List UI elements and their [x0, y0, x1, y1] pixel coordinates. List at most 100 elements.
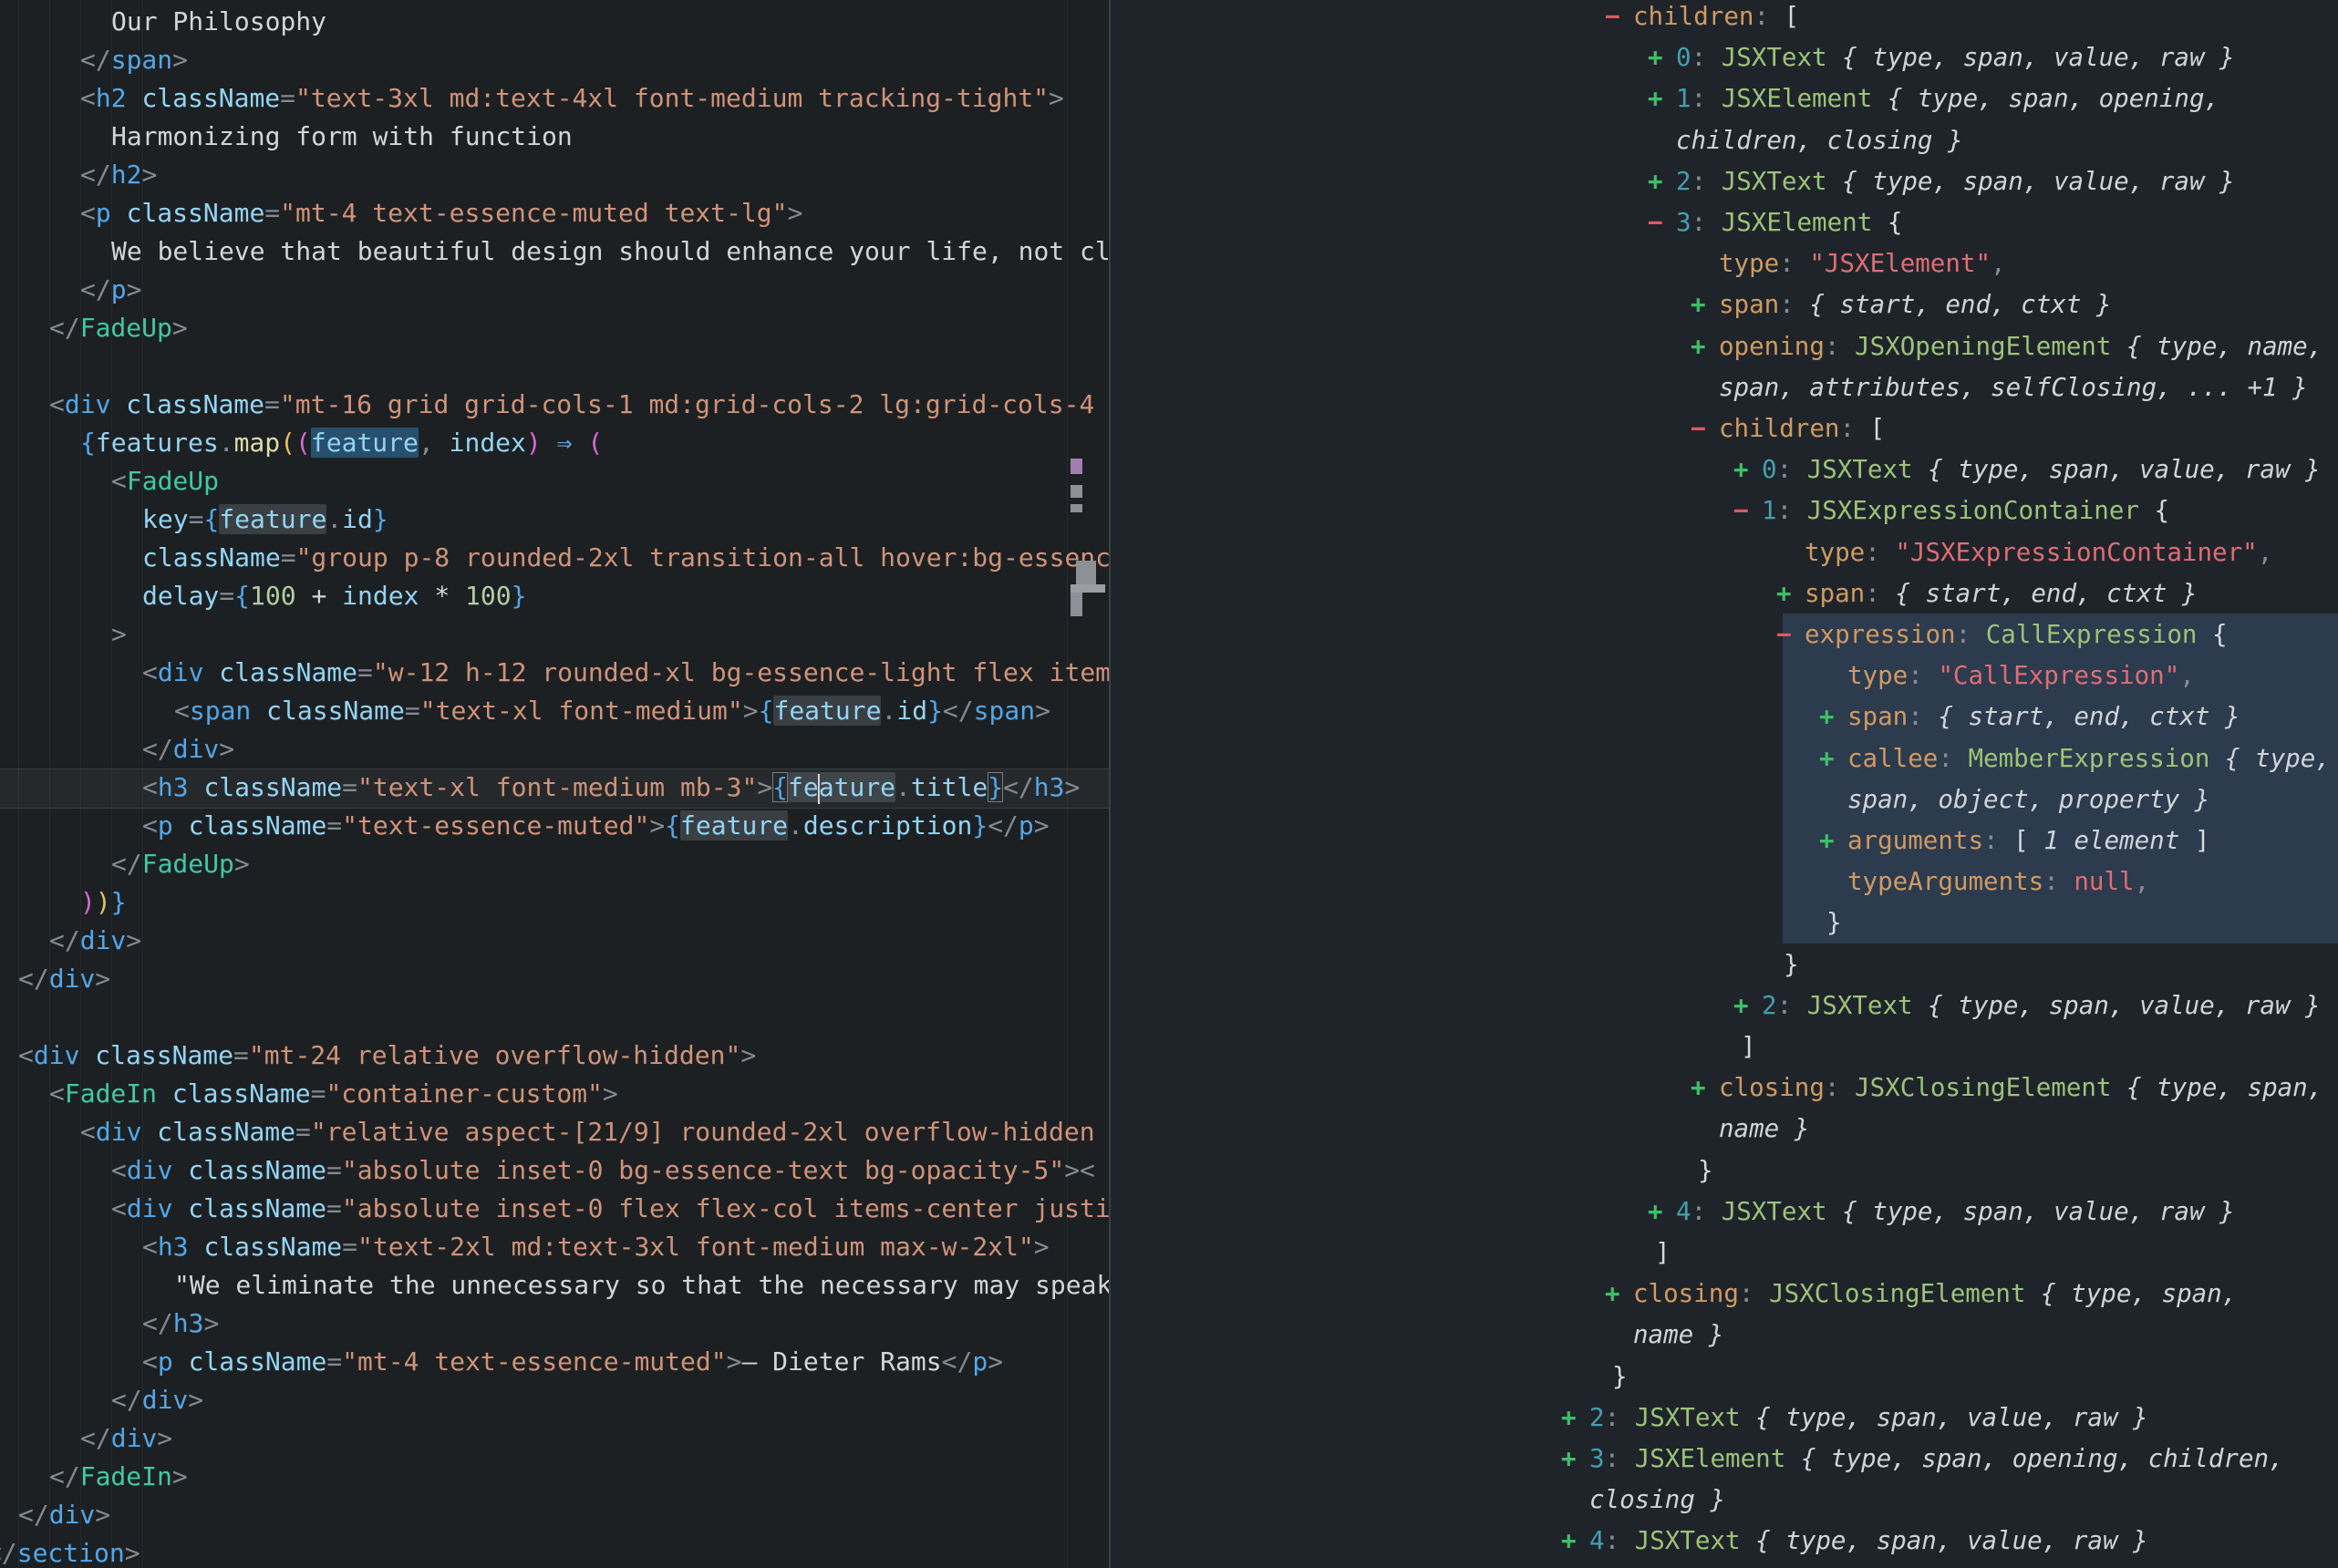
expand-node-icon[interactable]: + [1819, 696, 1835, 738]
ast-line[interactable]: +closing: JSXClosingElement { type, span… [0, 1273, 2338, 1315]
ast-node-text: ] [1655, 1232, 1671, 1274]
ast-token: 2 [1762, 991, 1777, 1020]
ast-node-text: span: { start, end, ctxt } [1847, 696, 2240, 738]
ast-line[interactable]: + closing: JSXClosingElement { type, span… [0, 1067, 2338, 1109]
ast-line[interactable]: +2: JSXText { type, span, value, raw } [0, 160, 2338, 202]
ast-token: : [1605, 1526, 1635, 1555]
ast-line[interactable]: +arguments: [ 1 element ] [0, 820, 2338, 861]
ast-line[interactable]: } [0, 902, 2338, 944]
expand-node-icon[interactable]: + [1648, 1191, 1663, 1233]
expand-node-icon[interactable]: + [1561, 1397, 1577, 1439]
ast-node-text: 2: JSXText { type, span, value, raw } [1762, 985, 2321, 1026]
ast-line[interactable]: +1: JSXElement { type, span, opening, [0, 77, 2338, 119]
expand-node-icon[interactable]: + [1648, 160, 1663, 202]
ast-token: "CallExpression" [1938, 661, 2179, 690]
ast-token: { type, span, value, raw } [1741, 1526, 2148, 1555]
ast-line[interactable]: ] [0, 1232, 2338, 1274]
ast-line[interactable]: −children: [ [0, 0, 2338, 37]
ast-line[interactable]: +4: JSXText { type, span, value, raw } [0, 1191, 2338, 1233]
ast-token: [ [1870, 414, 1886, 443]
ast-node-text: } [1698, 1150, 1713, 1191]
ast-node-text: closing: JSXClosingElement { type, span, [1719, 1067, 2322, 1109]
ast-token: ] [1741, 1032, 1756, 1061]
ast-token: 3 [1676, 208, 1691, 237]
ast-line[interactable]: typeArguments: null, [0, 861, 2338, 903]
expand-node-icon[interactable]: + [1819, 738, 1835, 779]
ast-token: span [1805, 579, 1865, 608]
ast-line[interactable]: −children: [ [0, 407, 2338, 449]
expand-node-icon[interactable]: + [1819, 820, 1835, 861]
ast-token: : [2043, 867, 2074, 896]
expand-node-icon[interactable]: + [1691, 325, 1706, 367]
ast-line[interactable]: +callee: MemberExpression { type, [0, 738, 2338, 779]
ast-token: } [1612, 1362, 1628, 1391]
ast-line[interactable]: −1: JSXExpressionContainer { [0, 490, 2338, 531]
ast-line[interactable]: name } [0, 1108, 2338, 1150]
collapse-node-icon[interactable]: − [1648, 201, 1663, 243]
expand-node-icon[interactable]: + [1733, 985, 1749, 1026]
expand-node-icon[interactable]: + [1561, 1520, 1577, 1562]
ast-node-text: 2: JSXText { type, span, value, raw } [1589, 1397, 2148, 1439]
ast-line[interactable]: type: "CallExpression", [0, 655, 2338, 696]
ast-token: null [2074, 867, 2134, 896]
ast-token: { [2139, 496, 2169, 525]
ast-line[interactable]: +0: JSXText { type, span, value, raw } [0, 449, 2338, 490]
expand-node-icon[interactable]: + [1605, 1273, 1620, 1315]
ast-node-text: } [1784, 944, 1799, 985]
ast-node-text: children: [ [1633, 0, 1799, 37]
ast-line[interactable]: type: "JSXElement", [0, 242, 2338, 284]
ast-line[interactable]: +2: JSXText { type, span, value, raw } [0, 1397, 2338, 1439]
expand-node-icon[interactable]: + [1776, 573, 1792, 614]
ast-token: 1 [1762, 496, 1777, 525]
ast-line[interactable]: closing } [0, 1479, 2338, 1521]
ast-line[interactable]: +2: JSXText { type, span, value, raw } [0, 985, 2338, 1026]
expand-node-icon[interactable]: + [1691, 1067, 1706, 1109]
expand-node-icon[interactable]: + [1733, 449, 1749, 490]
ast-token: JSXText [1722, 1197, 1827, 1226]
ast-line[interactable]: span, attributes, selfClosing, ... +1 } [0, 366, 2338, 408]
ast-node-text: 0: JSXText { type, span, value, raw } [1676, 36, 2235, 78]
ast-token: : [1908, 702, 1938, 731]
ast-node-text: 1: JSXElement { type, span, opening, [1676, 77, 2219, 119]
ast-line[interactable]: ] [0, 1026, 2338, 1068]
ast-token: : [1777, 496, 1807, 525]
ast-line[interactable]: children, closing } [0, 119, 2338, 161]
ast-line[interactable]: +3: JSXElement { type, span, opening, ch… [0, 1438, 2338, 1480]
ast-token: expression [1805, 620, 1956, 649]
ast-token: 2 [1676, 167, 1691, 196]
ast-node-text: 1: JSXExpressionContainer { [1762, 490, 2169, 531]
ast-line[interactable]: +0: JSXText { type, span, value, raw } [0, 36, 2338, 78]
collapse-node-icon[interactable]: − [1733, 490, 1749, 531]
ast-token: { type, [2209, 744, 2330, 773]
ast-token: span [1847, 702, 1908, 731]
expand-node-icon[interactable]: + [1648, 36, 1663, 78]
ast-line[interactable]: +span: { start, end, ctxt } [0, 284, 2338, 325]
ast-line[interactable]: +4: JSXText { type, span, value, raw } [0, 1520, 2338, 1562]
ast-line[interactable]: + span: { start, end, ctxt } [0, 696, 2338, 738]
ast-line[interactable]: + span: { start, end, ctxt } [0, 573, 2338, 614]
ast-line[interactable]: } [0, 1356, 2338, 1398]
ast-line[interactable]: −3: JSXElement { [0, 201, 2338, 243]
ast-token: , [1991, 249, 2006, 278]
ast-node-text: 0: JSXText { type, span, value, raw } [1762, 449, 2321, 490]
collapse-node-icon[interactable]: − [1776, 614, 1792, 655]
ast-line[interactable]: span, object, property } [0, 779, 2338, 820]
expand-node-icon[interactable]: + [1648, 77, 1663, 119]
ast-line[interactable]: } [0, 944, 2338, 985]
ast-token: children, closing } [1676, 126, 1963, 155]
collapse-node-icon[interactable]: − [1605, 0, 1620, 37]
ast-line[interactable]: name } [0, 1314, 2338, 1356]
ast-node-text: name } [1719, 1108, 1809, 1150]
ast-line[interactable]: } [0, 1150, 2338, 1191]
ast-line[interactable]: type: "JSXExpressionContainer", [0, 531, 2338, 573]
ast-token: JSXText [1635, 1403, 1741, 1432]
ast-token: type [1847, 661, 1908, 690]
collapse-node-icon[interactable]: − [1691, 407, 1706, 449]
ast-line[interactable]: −expression: CallExpression { [0, 614, 2338, 655]
ast-line[interactable]: +opening: JSXOpeningElement { type, name… [0, 325, 2338, 367]
expand-node-icon[interactable]: + [1561, 1438, 1577, 1480]
ast-token: ] [1655, 1238, 1671, 1267]
ast-node-text: span: { start, end, ctxt } [1805, 573, 2198, 614]
expand-node-icon[interactable]: + [1691, 284, 1706, 325]
ast-token: JSXClosingElement [1855, 1073, 2111, 1102]
